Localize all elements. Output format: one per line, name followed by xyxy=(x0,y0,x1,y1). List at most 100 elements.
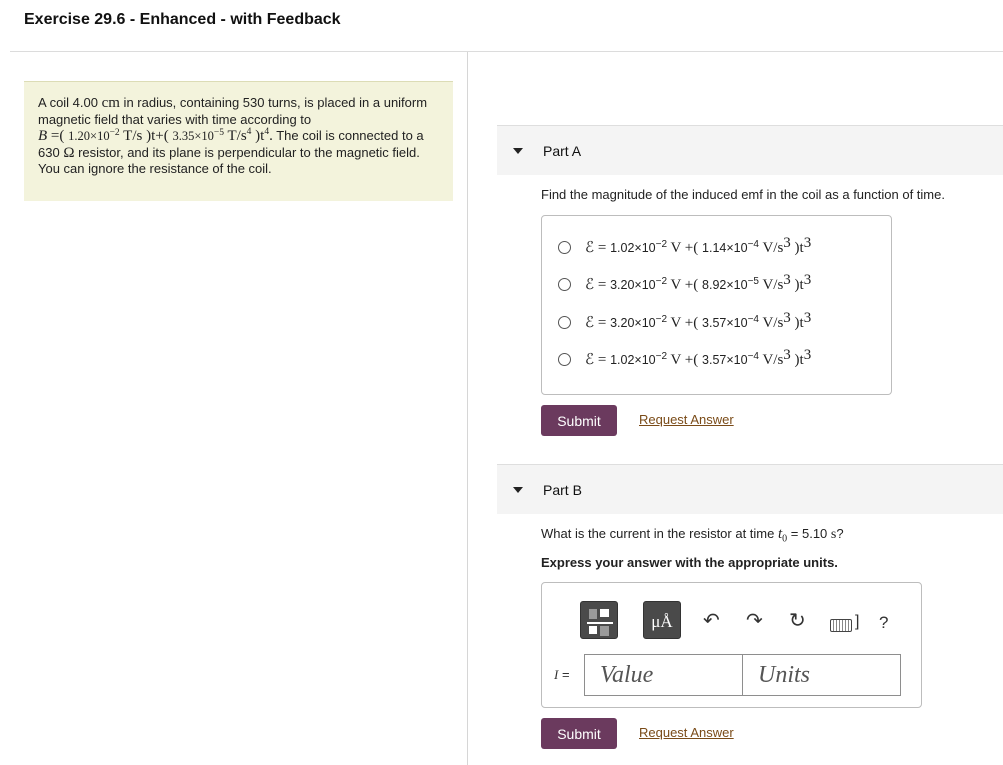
equals: = xyxy=(594,351,611,368)
radio-button[interactable] xyxy=(558,240,571,254)
part-a-question: Find the magnitude of the induced emf in… xyxy=(541,187,945,202)
unit-exp: 3 xyxy=(783,234,791,251)
coefficient-mantissa: 1.14×10 xyxy=(702,240,748,255)
answer-option[interactable]: ℰ = 1.02×10−2 V +( 1.14×10−4 V/s3 )t3 xyxy=(558,235,811,257)
field-equation: B =( 1.20×10−2 T/s )t+( 3.35×10−5 T/s4 )… xyxy=(38,127,273,144)
answer-option[interactable]: ℰ = 3.20×10−2 V +( 8.92×10−5 V/s3 )t3 xyxy=(558,272,811,294)
unit-exp: 3 xyxy=(783,271,791,288)
emf-symbol: ℰ xyxy=(585,351,595,368)
part-b-question-text: What is the current in the resistor at t… xyxy=(541,526,778,541)
var-B: B xyxy=(38,128,48,144)
part-b-question-mark: ? xyxy=(836,526,844,541)
problem-text-4: resistor, and its plane is perpendicular… xyxy=(38,144,420,177)
time-term: )t xyxy=(790,314,804,331)
time-exp: 3 xyxy=(803,346,812,363)
column-divider xyxy=(467,52,468,765)
part-a-header[interactable]: Part A xyxy=(497,125,1003,175)
redo-icon[interactable]: ↷ xyxy=(746,611,763,631)
part-b-submit-button[interactable]: Submit xyxy=(541,718,617,749)
unit-volt: V +( xyxy=(667,314,703,331)
answer-label-eq: = xyxy=(558,667,570,682)
coefficient-mantissa: 8.92×10 xyxy=(702,277,748,292)
ohm-symbol: Ω xyxy=(63,144,75,161)
units-button[interactable]: μÅ xyxy=(643,601,681,639)
page-header: Exercise 29.6 - Enhanced - with Feedback xyxy=(0,0,1003,52)
constant-exp: −2 xyxy=(655,238,668,250)
reset-icon[interactable]: ↻ xyxy=(789,611,806,631)
constant-exp: −2 xyxy=(655,313,668,325)
time-term: )t xyxy=(790,276,804,293)
triangle-down-icon[interactable] xyxy=(513,148,523,154)
option-text: ℰ = 3.20×10−2 V +( 3.57×10−4 V/s3 )t3 xyxy=(585,310,811,332)
option-text: ℰ = 3.20×10−2 V +( 8.92×10−5 V/s3 )t3 xyxy=(585,272,811,294)
triangle-down-icon[interactable] xyxy=(513,487,523,493)
eq-mid: )t+( xyxy=(142,128,173,144)
radio-button[interactable] xyxy=(558,352,571,366)
value-input[interactable] xyxy=(584,654,743,696)
coef-1-mantissa: 1.20×10 xyxy=(68,129,110,143)
constant-exp: −2 xyxy=(655,275,668,287)
equals: = xyxy=(594,276,611,293)
templates-icon[interactable] xyxy=(580,601,618,639)
help-icon[interactable]: ? xyxy=(879,613,888,633)
coefficient-exp: −4 xyxy=(747,350,759,362)
part-b-question: What is the current in the resistor at t… xyxy=(541,526,844,545)
answer-option[interactable]: ℰ = 3.20×10−2 V +( 3.57×10−4 V/s3 )t3 xyxy=(558,310,811,332)
radio-button[interactable] xyxy=(558,277,571,291)
coefficient-exp: −4 xyxy=(747,313,759,325)
coef-2-mantissa: 3.35×10 xyxy=(172,129,214,143)
unit-2: T/s xyxy=(224,128,247,144)
part-b-title: Part B xyxy=(543,482,582,498)
part-a-request-answer-link[interactable]: Request Answer xyxy=(639,412,734,427)
emf-symbol: ℰ xyxy=(585,276,595,293)
keyboard-icon[interactable] xyxy=(830,619,852,632)
radio-button[interactable] xyxy=(558,315,571,329)
unit-1: T/s xyxy=(119,128,143,144)
equals: = xyxy=(594,239,611,256)
constant-exp: −2 xyxy=(655,350,668,362)
unit-cm: cm xyxy=(101,95,120,111)
constant-mantissa: 3.20×10 xyxy=(610,277,656,292)
time-exp: 3 xyxy=(803,309,812,326)
unit-exp: 3 xyxy=(783,346,791,363)
coef-1-exp: −2 xyxy=(109,127,120,138)
units-input[interactable] xyxy=(742,654,901,696)
option-text: ℰ = 1.02×10−2 V +( 3.57×10−4 V/s3 )t3 xyxy=(585,347,811,369)
part-a-submit-button[interactable]: Submit xyxy=(541,405,617,436)
part-b-request-answer-link[interactable]: Request Answer xyxy=(639,725,734,740)
time-exp: 3 xyxy=(803,234,812,251)
unit-volt-per-s3: V/s xyxy=(758,314,784,331)
coefficient-mantissa: 3.57×10 xyxy=(702,315,748,330)
constant-mantissa: 3.20×10 xyxy=(610,315,656,330)
undo-icon[interactable]: ↶ xyxy=(703,611,720,631)
part-a-title: Part A xyxy=(543,143,582,159)
emf-symbol: ℰ xyxy=(585,239,595,256)
coef-2: 3.35×10−5 xyxy=(172,127,225,143)
problem-text-1: A coil 4.00 xyxy=(38,95,102,110)
option-text: ℰ = 1.02×10−2 V +( 1.14×10−4 V/s3 )t3 xyxy=(585,235,811,257)
time-term: )t xyxy=(790,239,804,256)
equals: = xyxy=(594,314,611,331)
answer-option[interactable]: ℰ = 1.02×10−2 V +( 3.57×10−4 V/s3 )t3 xyxy=(558,347,811,369)
header-divider xyxy=(10,51,1003,52)
coef-1: 1.20×10−2 xyxy=(68,127,120,143)
answer-options: ℰ = 1.02×10−2 V +( 1.14×10−4 V/s3 )t3 ℰ =… xyxy=(541,215,892,395)
eq-open: =( xyxy=(47,128,69,144)
coefficient-exp: −4 xyxy=(747,238,759,250)
constant-mantissa: 1.02×10 xyxy=(610,240,656,255)
unit-volt-per-s3: V/s xyxy=(758,351,784,368)
keyboard-bracket: ] xyxy=(855,613,860,630)
unit-exp: 3 xyxy=(783,309,791,326)
part-b-time-value: = 5.10 xyxy=(787,526,831,541)
coefficient-exp: −5 xyxy=(747,275,759,287)
emf-symbol: ℰ xyxy=(585,314,595,331)
unit-volt: V +( xyxy=(667,276,703,293)
coef-2-exp: −5 xyxy=(213,127,225,138)
eq-end: )t xyxy=(251,128,265,144)
problem-statement: A coil 4.00 cm in radius, containing 530… xyxy=(24,81,453,201)
unit-volt: V +( xyxy=(667,239,703,256)
page-title: Exercise 29.6 - Enhanced - with Feedback xyxy=(24,11,341,28)
answer-label: I = xyxy=(554,667,570,683)
unit-volt-per-s3: V/s xyxy=(758,239,784,256)
part-b-header[interactable]: Part B xyxy=(497,464,1003,514)
